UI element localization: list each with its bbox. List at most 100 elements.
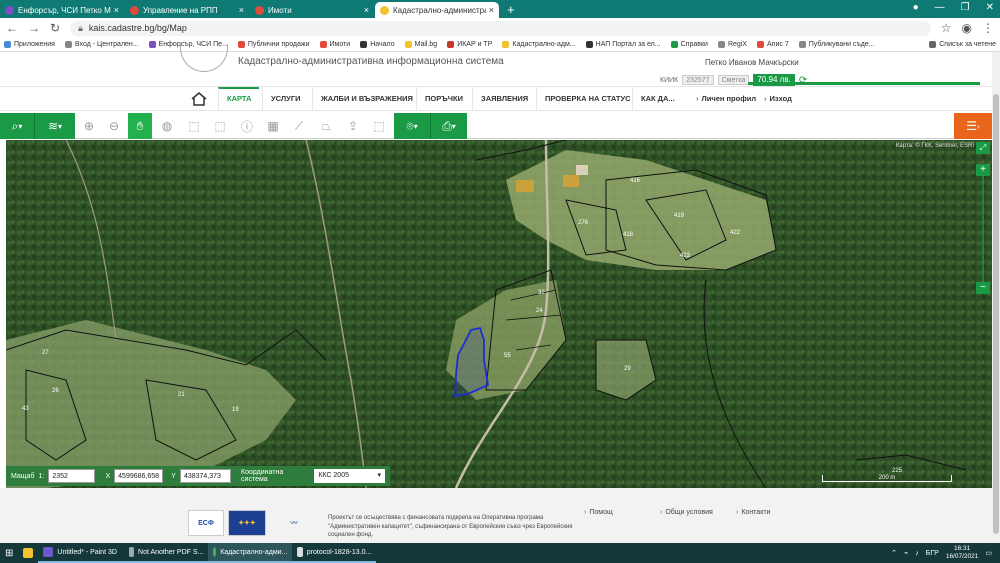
volume-icon[interactable]: ♪ <box>915 550 919 557</box>
select-tool[interactable]: ⬚ <box>368 113 390 139</box>
tray-chevron-icon[interactable]: ⌃ <box>891 549 897 557</box>
taskbar-app[interactable]: Not Another PDF S... <box>124 543 209 563</box>
page-scrollbar[interactable] <box>992 52 1000 543</box>
menu-how-to[interactable]: КАК ДА... <box>632 87 683 111</box>
coordinate-system-select[interactable]: ККС 2005 ▾ <box>314 469 385 483</box>
notifications-icon[interactable]: ▭ <box>985 549 992 557</box>
start-button[interactable]: ⊞ <box>0 543 18 563</box>
account-icon[interactable]: ◉ <box>962 21 972 35</box>
zoom-slider[interactable]: + − <box>976 164 990 294</box>
menu-map[interactable]: КАРТА <box>218 87 260 111</box>
browser-tab-active[interactable]: Кадастрално-административна...× <box>375 2 499 18</box>
bookmark-item[interactable]: НАП Портал за ел... <box>585 41 661 48</box>
zoom-rail[interactable] <box>982 176 984 282</box>
taskbar-app[interactable]: Кадастрално-адми... <box>208 543 293 563</box>
close-tab-icon[interactable]: × <box>364 5 369 15</box>
logout-link[interactable]: › Изход <box>764 87 792 111</box>
footer-contacts-link[interactable]: › Контакти <box>736 509 770 516</box>
system-name: Кадастрално-административна информационн… <box>238 56 504 67</box>
bookmark-item[interactable]: Кадастрално-адм... <box>502 41 576 48</box>
globe-tool[interactable]: ◍ <box>156 113 178 139</box>
map-attribution: Карта: © ГКК, Sentinel, ESRI <box>895 143 974 149</box>
footer-help-link[interactable]: › Помощ <box>584 509 613 516</box>
maximize-icon[interactable]: ❐ <box>961 2 970 13</box>
bookmark-item[interactable]: Апис 7 <box>757 41 789 48</box>
scale-input[interactable]: 2352 <box>48 469 96 483</box>
reading-list[interactable]: Списък за четене <box>929 41 996 48</box>
bookmark-star-icon[interactable]: ☆ <box>941 21 952 35</box>
footer-terms-link[interactable]: › Общи условия <box>660 509 713 516</box>
menu-dots-icon[interactable]: ⋮ <box>982 21 994 35</box>
map-view[interactable]: 416 419 422 276 418 423 32 24 55 27 26 2… <box>6 140 992 488</box>
zoom-out-icon[interactable]: − <box>976 282 990 294</box>
back-icon[interactable]: ← <box>6 21 18 35</box>
reload-icon[interactable]: ↻ <box>50 21 60 35</box>
bookmark-item[interactable]: Публикувани съде... <box>798 41 875 48</box>
bookmark-item[interactable]: Приложения <box>4 41 55 48</box>
upload-tool[interactable]: ⇪ <box>342 113 364 139</box>
file-explorer-button[interactable] <box>18 543 38 563</box>
close-tab-icon[interactable]: × <box>114 5 119 15</box>
browser-tab[interactable]: Имоти × <box>250 2 374 18</box>
bookmark-item[interactable]: RegiX <box>717 41 747 48</box>
printer-icon: ⎙ <box>442 118 452 133</box>
bookmark-item[interactable]: Имоти <box>319 41 350 48</box>
minimize-icon[interactable]: — <box>935 2 945 13</box>
menu-orders[interactable]: ПОРЪЧКИ <box>416 87 471 111</box>
info-tool[interactable]: ⓘ <box>236 113 258 139</box>
close-tab-icon[interactable]: × <box>489 5 494 15</box>
taskbar-app[interactable]: Untitled* - Paint 3D <box>38 543 125 563</box>
bookmark-item[interactable]: Вход - Централен... <box>64 41 139 48</box>
zoom-in-icon[interactable]: + <box>976 164 990 176</box>
zoom-out-tool[interactable]: ⊖ <box>103 113 125 139</box>
url-field[interactable]: 🔒︎ kais.cadastre.bg/bg/Map <box>70 20 931 36</box>
map-canvas[interactable] <box>6 140 992 488</box>
chrome-icon <box>213 547 217 557</box>
menu-complaints[interactable]: ЖАЛБИ И ВЪЗРАЖЕНИЯ <box>312 87 421 111</box>
print-tool[interactable]: ⎙ ▾ <box>431 113 467 139</box>
previous-extent-tool[interactable]: ⬚ <box>182 113 206 139</box>
search-tool[interactable]: ⌕ ▾ <box>0 113 34 139</box>
profile-dot-icon[interactable]: ● <box>913 2 919 13</box>
bookmark-item[interactable]: ИКАР и ТР <box>447 41 492 48</box>
profile-link[interactable]: › Личен профил <box>696 87 756 111</box>
tab-title: Енфорсър, ЧСИ Петко Мачкър... <box>18 5 111 15</box>
cadastre-logo[interactable] <box>180 44 228 72</box>
browser-tab[interactable]: Управление на РПП × <box>125 2 249 18</box>
next-extent-tool[interactable]: ⬚ <box>208 113 232 139</box>
close-tab-icon[interactable]: × <box>239 5 244 15</box>
pan-tool[interactable]: ✋︎ <box>128 113 152 139</box>
clock[interactable]: 16:31 16/07/2021 <box>946 545 979 561</box>
close-window-icon[interactable]: ✕ <box>986 2 994 13</box>
window-controls: ● — ❐ ✕ <box>913 2 994 13</box>
bookmark-item[interactable]: Начало <box>360 41 395 48</box>
panel-menu-tool[interactable]: ☰ › <box>954 113 992 139</box>
document-icon <box>297 547 303 557</box>
measure-area-tool[interactable]: ⏢ <box>315 113 337 139</box>
menu-status-check[interactable]: ПРОВЕРКА НА СТАТУС <box>536 87 639 111</box>
forward-icon[interactable]: → <box>28 21 40 35</box>
keyboard-language[interactable]: БГР <box>926 550 939 557</box>
location-tool[interactable]: ⌾ ▾ <box>394 113 430 139</box>
zoom-in-tool[interactable]: ⊕ <box>78 113 100 139</box>
fullscreen-icon[interactable]: ⤢ <box>976 142 990 154</box>
bookmark-item[interactable]: Публични продажи <box>237 41 310 48</box>
user-name: Петко Иванов Мачкърски <box>705 58 799 67</box>
browser-tab[interactable]: Енфорсър, ЧСИ Петко Мачкър...× <box>0 2 124 18</box>
x-coordinate-field[interactable]: 4599686,658 <box>114 469 164 483</box>
bookmark-item[interactable]: Mail.bg <box>404 41 437 48</box>
bookmark-item[interactable]: Справки <box>670 41 708 48</box>
new-tab-icon[interactable]: + <box>500 2 522 18</box>
taskbar-app[interactable]: protocol-1828-13.0... <box>292 543 377 563</box>
scrollbar-thumb[interactable] <box>993 94 999 534</box>
menu-services[interactable]: УСЛУГИ <box>262 87 308 111</box>
home-icon[interactable] <box>190 91 208 107</box>
network-icon[interactable]: ⌁ <box>904 549 908 557</box>
pdf-app-icon <box>129 547 135 557</box>
menu-applications[interactable]: ЗАЯВЛЕНИЯ <box>472 87 536 111</box>
measure-length-tool[interactable]: ⟋ <box>288 113 310 139</box>
layers-tool[interactable]: ≋ ▾ <box>35 113 75 139</box>
table-icon: ▦ <box>267 119 279 133</box>
table-tool[interactable]: ▦ <box>262 113 284 139</box>
y-coordinate-field[interactable]: 438374,373 <box>179 469 232 483</box>
